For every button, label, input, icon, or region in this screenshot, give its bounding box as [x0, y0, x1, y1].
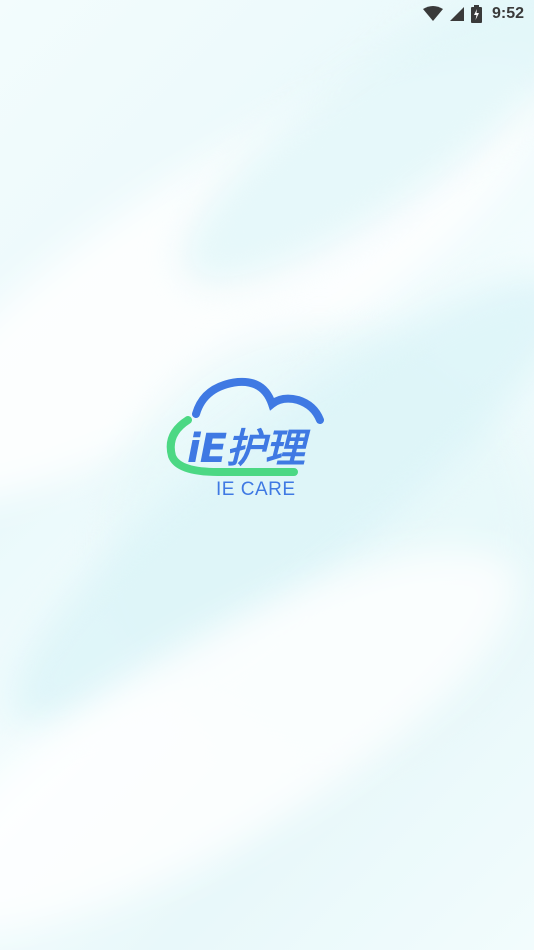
wifi-icon	[422, 6, 443, 22]
cellular-signal-icon	[449, 6, 465, 22]
status-time: 9:52	[491, 5, 524, 22]
status-bar: 9:52	[0, 0, 534, 28]
battery-charging-icon	[470, 5, 482, 23]
logo-subtitle: IE CARE	[216, 479, 296, 500]
app-logo: iE护理 IE CARE	[160, 376, 372, 506]
logo-title: iE护理	[187, 426, 305, 472]
